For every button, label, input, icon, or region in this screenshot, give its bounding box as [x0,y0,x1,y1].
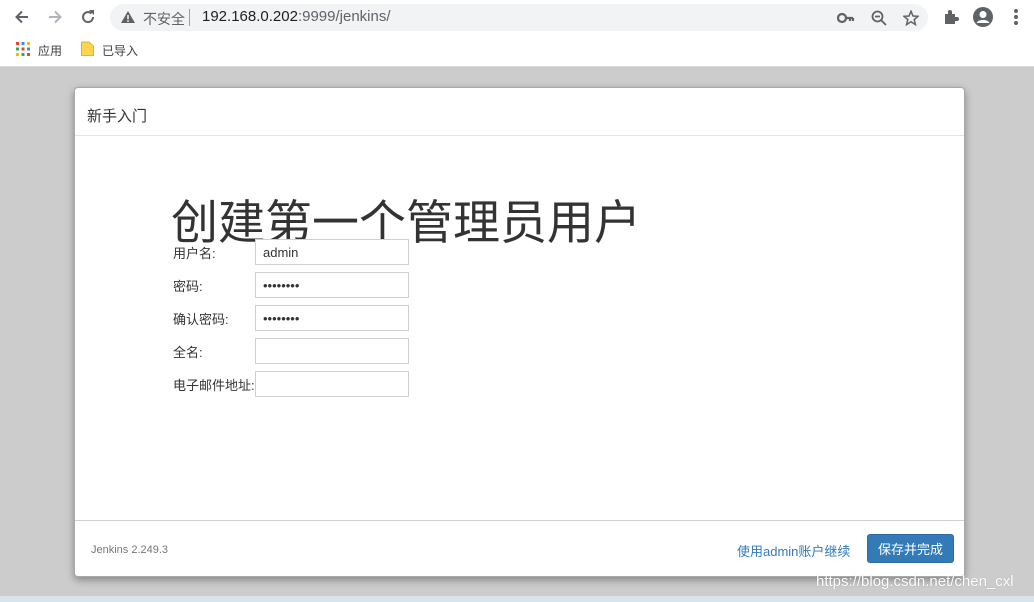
fullname-label: 全名: [173,345,203,360]
key-icon[interactable] [837,9,855,27]
forward-button[interactable] [43,5,67,29]
browser-toolbar: 不安全 192.168.0.202:9999/jenkins/ [0,0,1034,34]
email-label: 电子邮件地址: [173,378,255,393]
dialog-header: 新手入门 [75,88,964,136]
dialog-title: 新手入门 [87,108,148,125]
page-bottom-strip [0,596,1034,602]
omnibox-divider [189,9,190,26]
address-bar[interactable]: 不安全 192.168.0.202:9999/jenkins/ [110,4,928,31]
username-input[interactable] [255,239,409,265]
star-icon[interactable] [902,9,920,27]
fullname-input[interactable] [255,338,409,364]
password-label: 密码: [173,279,203,294]
reload-icon [82,10,95,24]
arrow-right-icon [49,10,62,24]
extensions-icon[interactable] [940,6,962,28]
confirm-password-input[interactable] [255,305,409,331]
jenkins-version: Jenkins 2.249.3 [91,544,169,556]
dialog-footer: Jenkins 2.249.3 使用admin账户继续 保存并完成 [75,520,964,576]
zoom-icon[interactable] [870,9,888,27]
bookmarks-bar: 应用 已导入 [0,34,1034,67]
bookmark-folder-imported[interactable]: 已导入 [102,42,138,59]
profile-icon[interactable] [972,6,994,28]
url-text[interactable]: 192.168.0.202:9999/jenkins/ [202,8,391,25]
menu-icon[interactable] [1005,6,1027,28]
security-status[interactable]: 不安全 [143,9,185,29]
username-label: 用户名: [173,246,216,261]
url-path: :9999/jenkins/ [297,8,391,25]
email-input[interactable] [255,371,409,397]
bookmark-apps[interactable]: 应用 [38,42,62,59]
confirm-password-label: 确认密码: [173,312,229,327]
password-input[interactable] [255,272,409,298]
watermark: https://blog.csdn.net/chen_cxl [816,573,1014,590]
warning-icon[interactable] [120,10,136,29]
save-and-finish-button[interactable]: 保存并完成 [867,534,954,563]
url-host: 192.168.0.202 [202,8,298,25]
folder-icon [81,41,94,61]
arrow-left-icon [15,10,28,24]
apps-grid-icon[interactable] [16,42,30,61]
continue-as-admin-link[interactable]: 使用admin账户继续 [737,541,850,560]
reload-button[interactable] [76,5,100,29]
back-button[interactable] [10,5,34,29]
setup-dialog: 新手入门 创建第一个管理员用户 用户名: 密码: 确认密码: 全名: 电子邮件地… [74,87,965,577]
